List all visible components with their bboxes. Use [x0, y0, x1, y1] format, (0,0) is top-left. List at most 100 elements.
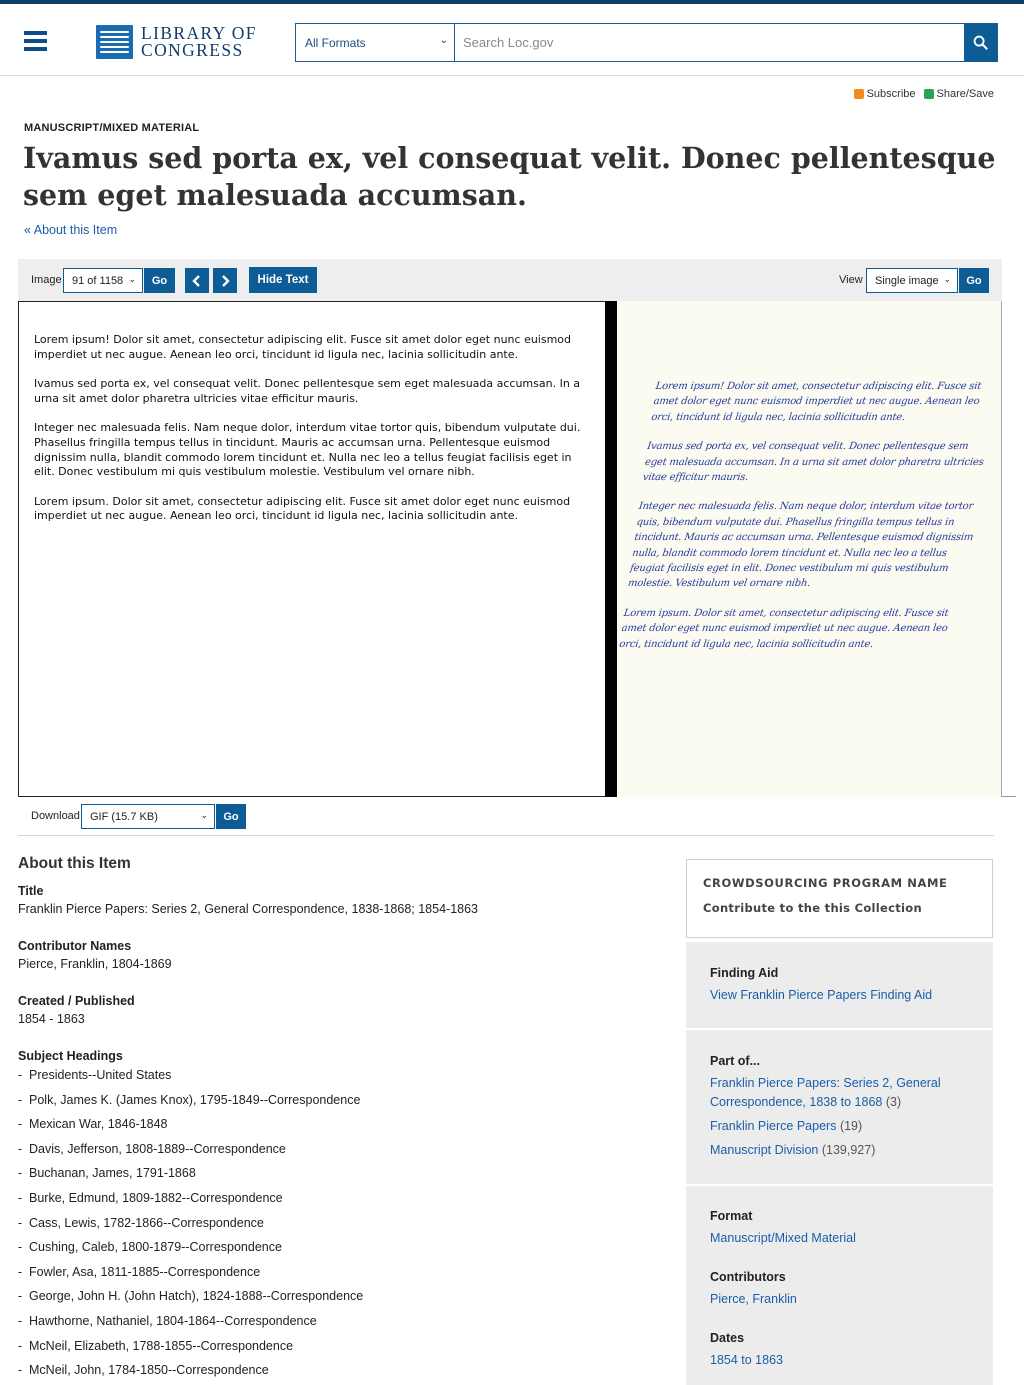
- subject-item: - McNeil, John, 1784-1850--Correspondence: [18, 1363, 269, 1378]
- item-format-label: MANUSCRIPT/MIXED MATERIAL: [24, 122, 200, 134]
- image-viewer: Lorem ipsum! Dolor sit amet, consectetur…: [18, 301, 1016, 797]
- chevron-right-icon: [222, 274, 230, 287]
- subject-item: - George, John H. (John Hatch), 1824-1888…: [18, 1289, 364, 1304]
- logo-line-2: CONGRESS: [141, 40, 244, 60]
- about-this-item-link[interactable]: « About this Item: [24, 223, 117, 237]
- subject-text: Cushing, Caleb, 1800-1879--Correspondenc…: [29, 1240, 282, 1255]
- finding-aid-box: Finding Aid View Franklin Pierce Papers …: [686, 942, 993, 1028]
- search-input[interactable]: [455, 24, 964, 61]
- subscribe-link[interactable]: Subscribe: [853, 88, 916, 100]
- image-label: Image: [31, 274, 62, 286]
- handwritten-paragraph: Lorem ipsum! Dolor sit amet, consectetur…: [650, 381, 982, 423]
- manuscript-image[interactable]: Lorem ipsum! Dolor sit amet, consectetur…: [617, 301, 1002, 797]
- handwritten-paragraph: Integer nec malesuada felis. Nam neque d…: [627, 501, 974, 590]
- subject-text: Polk, James K. (James Knox), 1795-1849--…: [29, 1092, 361, 1107]
- subject-item: - Hawthorne, Nathaniel, 1804-1864--Corres…: [18, 1313, 317, 1328]
- contributors-label: Contributors: [710, 1270, 786, 1284]
- share-icon: [923, 89, 934, 99]
- subject-text: Buchanan, James, 1791-1868: [29, 1166, 196, 1181]
- download-row: Download GIF (15.7 KB) ⌄ Go: [18, 798, 994, 836]
- rss-icon: [853, 89, 864, 99]
- download-format-select[interactable]: GIF (15.7 KB) ⌄: [81, 804, 215, 829]
- part-of-label: Part of...: [710, 1054, 761, 1068]
- view-mode-value: Single image: [875, 274, 939, 287]
- part-of-link[interactable]: Franklin Pierce Papers (19): [710, 1117, 969, 1136]
- transcription-paragraph: Lorem ipsum. Dolor sit amet, consectetur…: [34, 494, 571, 523]
- subject-item: - Mexican War, 1846-1848: [18, 1117, 168, 1132]
- contributor-label: Contributor Names: [18, 939, 132, 953]
- finding-aid-label: Finding Aid: [710, 966, 779, 980]
- image-number-select[interactable]: 91 of 1158 ⌄: [63, 268, 143, 293]
- download-go-button[interactable]: Go: [216, 804, 246, 829]
- library-book-icon: [96, 25, 133, 59]
- subject-text: Cass, Lewis, 1782-1866--Correspondence: [29, 1215, 264, 1230]
- search-icon: [973, 35, 988, 50]
- subject-list: - Presidents--United States - Polk, James …: [18, 1068, 363, 1385]
- search-bar: All Formats ⌄: [295, 23, 998, 62]
- chevron-down-icon: ⌄: [200, 810, 208, 820]
- subjects-field: Subject Headings: [18, 1049, 123, 1067]
- subjects-label: Subject Headings: [18, 1049, 123, 1063]
- subject-item: - Cushing, Caleb, 1800-1879--Corresponden…: [18, 1240, 282, 1255]
- image-number-value: 91 of 1158: [72, 274, 124, 287]
- viewer-toolbar: Image 91 of 1158 ⌄ Go Hide Text View Sin…: [18, 259, 1002, 301]
- part-of-link[interactable]: Manuscript Division (139,927): [710, 1141, 969, 1160]
- chevron-down-icon: ⌄: [943, 274, 951, 284]
- format-select-value: All Formats: [305, 35, 366, 50]
- image-go-button[interactable]: Go: [144, 268, 175, 293]
- crowdsourcing-box: CROWDSOURCING PROGRAM NAME Contribute to…: [686, 859, 993, 938]
- site-header: LIBRARY OF CONGRESS All Formats ⌄: [0, 4, 1024, 76]
- subject-text: George, John H. (John Hatch), 1824-1888-…: [29, 1289, 364, 1304]
- view-mode-select[interactable]: Single image ⌄: [866, 268, 958, 293]
- contribute-link[interactable]: Contribute to the this Collection: [703, 901, 976, 915]
- part-of-count: (3): [885, 1095, 902, 1109]
- dates-link[interactable]: 1854 to 1863: [710, 1351, 969, 1370]
- part-of-count: (139,927): [821, 1143, 876, 1157]
- created-label: Created / Published: [18, 994, 135, 1008]
- subscribe-label: Subscribe: [866, 88, 916, 100]
- part-of-count: (19): [839, 1119, 863, 1133]
- part-of-link[interactable]: Franklin Pierce Papers: Series 2, Genera…: [710, 1074, 969, 1112]
- transcription-paragraph: Lorem ipsum! Dolor sit amet, consectetur…: [34, 333, 572, 361]
- handwritten-paragraph: Ivamus sed porta ex, vel consequat velit…: [642, 441, 985, 484]
- loc-logo[interactable]: LIBRARY OF CONGRESS: [96, 24, 257, 60]
- format-label: Format: [710, 1209, 753, 1223]
- subject-item: - Presidents--United States: [18, 1068, 172, 1082]
- previous-image-button[interactable]: [185, 268, 209, 293]
- transcription-paragraph: Integer nec malesuada felis. Nam neque d…: [34, 421, 581, 479]
- title-field: Title Franklin Pierce Papers: Series 2, …: [18, 884, 478, 916]
- subject-text: Mexican War, 1846-1848: [29, 1117, 168, 1132]
- title-label: Title: [18, 884, 44, 898]
- finding-aid-link[interactable]: View Franklin Pierce Papers Finding Aid: [710, 986, 969, 1005]
- subject-text: McNeil, Elizabeth, 1788-1855--Correspond…: [29, 1338, 294, 1353]
- subject-item: - Burke, Edmund, 1809-1882--Correspondenc…: [18, 1190, 283, 1205]
- hide-text-button[interactable]: Hide Text: [249, 267, 317, 293]
- handwritten-text: Lorem ipsum! Dolor sit amet, consectetur…: [617, 301, 1001, 652]
- subject-item: - McNeil, Elizabeth, 1788-1855--Correspon…: [18, 1338, 294, 1353]
- share-save-label: Share/Save: [936, 88, 994, 100]
- contributors-link[interactable]: Pierce, Franklin: [710, 1290, 969, 1309]
- pane-divider[interactable]: [605, 301, 617, 797]
- subject-item: - Cass, Lewis, 1782-1866--Correspondence: [18, 1215, 264, 1230]
- menu-icon[interactable]: [24, 31, 47, 51]
- format-link[interactable]: Manuscript/Mixed Material: [710, 1229, 969, 1248]
- crowdsourcing-heading: CROWDSOURCING PROGRAM NAME: [703, 876, 948, 890]
- handwritten-paragraph: Lorem ipsum. Dolor sit amet, consectetur…: [618, 607, 950, 650]
- format-select[interactable]: All Formats ⌄: [296, 24, 455, 61]
- contributor-field: Contributor Names Pierce, Franklin, 1804…: [18, 939, 172, 971]
- download-format-value: GIF (15.7 KB): [90, 810, 158, 823]
- part-of-link-text: Franklin Pierce Papers: [710, 1119, 837, 1133]
- transcription-paragraph: Ivamus sed porta ex, vel consequat velit…: [34, 377, 581, 405]
- subject-text: Hawthorne, Nathaniel, 1804-1864--Corresp…: [29, 1313, 317, 1328]
- view-label: View: [839, 274, 863, 286]
- search-button[interactable]: [964, 24, 997, 61]
- share-save-link[interactable]: Share/Save: [923, 88, 994, 100]
- page-title: Ivamus sed porta ex, vel consequat velit…: [23, 141, 996, 212]
- subject-text: Burke, Edmund, 1809-1882--Correspondence: [29, 1190, 283, 1205]
- facets-box: Format Manuscript/Mixed Material Contrib…: [686, 1186, 993, 1385]
- subject-text: Presidents--United States: [29, 1068, 172, 1082]
- view-go-button[interactable]: Go: [959, 268, 989, 293]
- chevron-down-icon: ⌄: [128, 274, 136, 284]
- next-image-button[interactable]: [213, 268, 237, 293]
- subject-text: Fowler, Asa, 1811-1885--Correspondence: [29, 1264, 261, 1279]
